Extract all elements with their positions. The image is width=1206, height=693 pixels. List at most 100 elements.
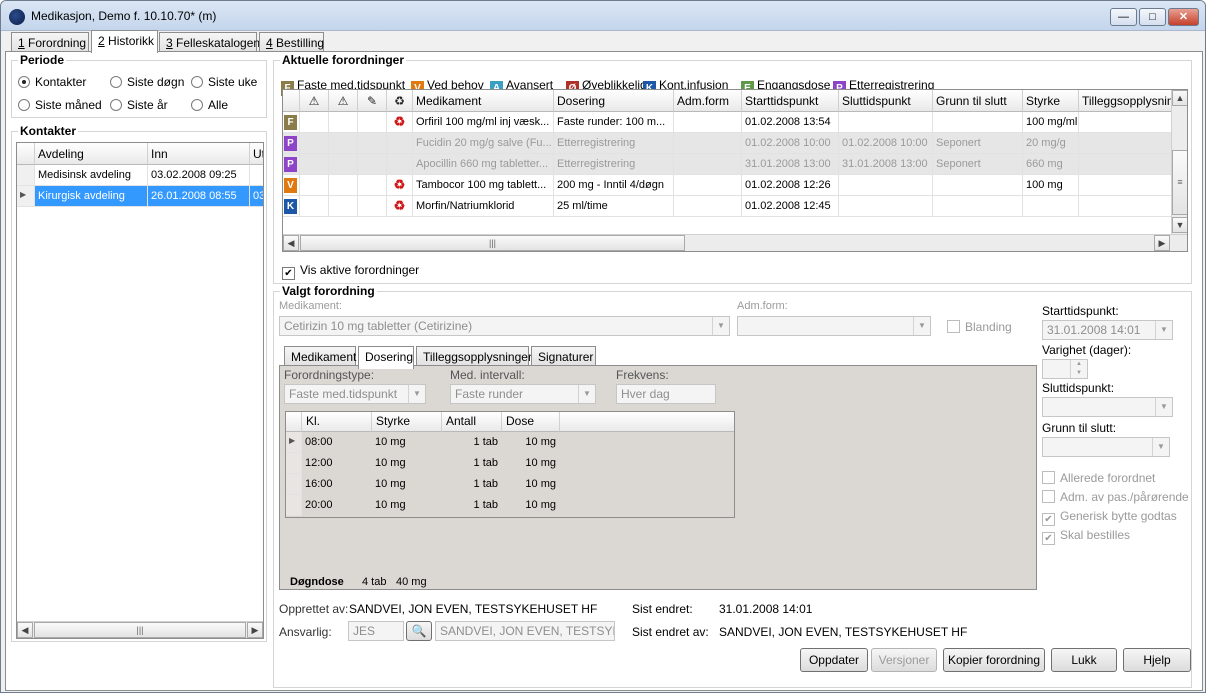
- scroll-left-icon[interactable]: ◀: [283, 235, 299, 251]
- forordning-start-cell[interactable]: 01.02.2008 12:45: [742, 196, 839, 217]
- radio-siste-dogn[interactable]: Siste døgn: [110, 75, 184, 89]
- forordning-start-cell[interactable]: 01.02.2008 13:54: [742, 112, 839, 133]
- radio-alle[interactable]: Alle: [191, 98, 228, 112]
- col-avdeling-header[interactable]: Avdeling: [35, 143, 148, 165]
- minimize-button[interactable]: —: [1110, 8, 1137, 26]
- kontakter-hscrollbar[interactable]: ◀ ||| ▶: [17, 621, 263, 638]
- forordning-grunn-cell[interactable]: Seponert: [933, 133, 1023, 154]
- dose-dose-cell[interactable]: 10 mg: [502, 474, 560, 495]
- skal-bestilles-checkbox[interactable]: ✔ Skal bestilles: [1042, 528, 1130, 545]
- grunn-til-slutt-combo[interactable]: ▼: [1042, 437, 1170, 457]
- forordning-dosering-cell[interactable]: 25 ml/time: [554, 196, 674, 217]
- kontakt-avdeling-cell[interactable]: Kirurgisk avdeling: [35, 186, 148, 207]
- dose-antall-cell[interactable]: 1 tab: [442, 474, 502, 495]
- row-pointer-icon[interactable]: ▶: [286, 432, 302, 453]
- forordning-styrke-cell[interactable]: 20 mg/g: [1023, 133, 1079, 154]
- tab-bestilling[interactable]: 4 Bestilling: [259, 32, 324, 52]
- forordning-grunn-cell[interactable]: [933, 112, 1023, 133]
- col-adm-header[interactable]: Adm.form: [674, 90, 742, 112]
- generisk-bytte-checkbox[interactable]: ✔ Generisk bytte godtas: [1042, 509, 1177, 526]
- forordning-start-cell[interactable]: 01.02.2008 10:00: [742, 133, 839, 154]
- dose-kl-cell[interactable]: 20:00: [302, 495, 372, 516]
- type-badge-cell[interactable]: P: [283, 154, 300, 175]
- aktuelle-hscrollbar[interactable]: ◀ ||| ▶: [283, 234, 1187, 251]
- hjelp-button[interactable]: Hjelp: [1123, 648, 1191, 672]
- forordning-slutt-cell[interactable]: [839, 112, 933, 133]
- forordning-medikament-cell[interactable]: Tambocor 100 mg tablett...: [413, 175, 554, 196]
- radio-kontakter[interactable]: Kontakter: [18, 75, 86, 89]
- dose-kl-cell[interactable]: 16:00: [302, 474, 372, 495]
- radio-siste-maned[interactable]: Siste måned: [18, 98, 102, 112]
- type-badge-cell[interactable]: P: [283, 133, 300, 154]
- intervall-combo[interactable]: Faste runder ▼: [450, 384, 596, 404]
- tab-medikament[interactable]: Medikament: [284, 346, 356, 366]
- forordning-medikament-cell[interactable]: Apocillin 660 mg tabletter...: [413, 154, 554, 175]
- spinner-arrows-icon[interactable]: ▲ ▼: [1070, 360, 1087, 378]
- forordning-slutt-cell[interactable]: [839, 196, 933, 217]
- col-ut-header[interactable]: Ut: [250, 143, 263, 165]
- recycle-icon[interactable]: ♻: [387, 90, 413, 112]
- scroll-thumb[interactable]: |||: [34, 622, 246, 638]
- chevron-down-icon[interactable]: ▼: [712, 317, 729, 335]
- forordning-tillegg-cell[interactable]: [1079, 154, 1175, 175]
- type-badge-cell[interactable]: F: [283, 112, 300, 133]
- radio-siste-uke[interactable]: Siste uke: [191, 75, 257, 89]
- tab-dosering[interactable]: Dosering: [358, 346, 414, 369]
- kontakt-avdeling-cell[interactable]: Medisinsk avdeling: [35, 165, 148, 186]
- dose-styrke-cell[interactable]: 10 mg: [372, 432, 442, 453]
- chevron-down-icon[interactable]: ▼: [578, 385, 595, 403]
- row-selector[interactable]: [286, 474, 302, 495]
- radio-siste-ar[interactable]: Siste år: [110, 98, 168, 112]
- col-tillegg-header[interactable]: Tilleggsopplysninger: [1079, 90, 1175, 112]
- kopier-forordning-button[interactable]: Kopier forordning: [943, 648, 1045, 672]
- col-grunn-header[interactable]: Grunn til slutt: [933, 90, 1023, 112]
- forordning-grunn-cell[interactable]: [933, 175, 1023, 196]
- chevron-down-icon[interactable]: ▼: [913, 317, 930, 335]
- forordning-adm-cell[interactable]: [674, 175, 742, 196]
- scroll-thumb[interactable]: |||: [300, 235, 685, 251]
- forordning-styrke-cell[interactable]: 100 mg: [1023, 175, 1079, 196]
- frekvens-field[interactable]: Hver dag: [616, 384, 716, 404]
- dose-kl-cell[interactable]: 08:00: [302, 432, 372, 453]
- chevron-down-icon[interactable]: ▼: [408, 385, 425, 403]
- chevron-down-icon[interactable]: ▼: [1152, 438, 1169, 456]
- forordning-tillegg-cell[interactable]: [1079, 175, 1175, 196]
- dose-dose-cell[interactable]: 10 mg: [502, 453, 560, 474]
- forordning-grunn-cell[interactable]: Seponert: [933, 154, 1023, 175]
- tab-felleskatalogen[interactable]: 3 Felleskatalogen: [159, 32, 260, 52]
- forordning-adm-cell[interactable]: [674, 154, 742, 175]
- forordningstype-combo[interactable]: Faste med.tidspunkt ▼: [284, 384, 426, 404]
- title-bar[interactable]: Medikasjon, Demo f. 10.10.70* (m) — □ ✕: [1, 1, 1205, 31]
- aktuelle-vscrollbar[interactable]: ▲ ≡ ▼: [1171, 90, 1187, 234]
- chevron-down-icon[interactable]: ▼: [1155, 321, 1172, 339]
- scroll-right-icon[interactable]: ▶: [1154, 235, 1170, 251]
- forordning-start-cell[interactable]: 31.01.2008 13:00: [742, 154, 839, 175]
- ansvarlig-name-field[interactable]: SANDVEI, JON EVEN, TESTSYKEH: [435, 621, 615, 641]
- kontakt-inn-cell[interactable]: 26.01.2008 08:55: [148, 186, 250, 207]
- tab-forordning[interactable]: 1 Forordning: [11, 32, 89, 52]
- col-styrke-header[interactable]: Styrke: [1023, 90, 1079, 112]
- row-selector[interactable]: [286, 495, 302, 516]
- tab-signaturer[interactable]: Signaturer: [531, 346, 596, 366]
- dose-antall-cell[interactable]: 1 tab: [442, 453, 502, 474]
- forordning-tillegg-cell[interactable]: [1079, 133, 1175, 154]
- allerede-forordnet-checkbox[interactable]: Allerede forordnet: [1042, 471, 1155, 485]
- kontakt-inn-cell[interactable]: 03.02.2008 09:25: [148, 165, 250, 186]
- oppdater-button[interactable]: Oppdater: [800, 648, 868, 672]
- forordning-adm-cell[interactable]: [674, 196, 742, 217]
- warning-triangle-icon[interactable]: ⚠: [300, 90, 329, 112]
- search-button[interactable]: 🔍: [406, 621, 432, 641]
- forordning-slutt-cell[interactable]: 31.01.2008 13:00: [839, 154, 933, 175]
- dose-antall-cell[interactable]: 1 tab: [442, 495, 502, 516]
- close-button[interactable]: ✕: [1168, 8, 1199, 26]
- admform-combo[interactable]: ▼: [737, 316, 931, 336]
- scroll-up-icon[interactable]: ▲: [1172, 90, 1187, 106]
- syringe-icon[interactable]: ✎: [358, 90, 387, 112]
- versjoner-button[interactable]: Versjoner: [871, 648, 937, 672]
- scroll-right-icon[interactable]: ▶: [247, 622, 263, 638]
- forordning-adm-cell[interactable]: [674, 133, 742, 154]
- forordning-adm-cell[interactable]: [674, 112, 742, 133]
- col-slutt-header[interactable]: Sluttidspunkt: [839, 90, 933, 112]
- forordning-slutt-cell[interactable]: [839, 175, 933, 196]
- kontakt-ut-cell[interactable]: 03: [250, 186, 263, 207]
